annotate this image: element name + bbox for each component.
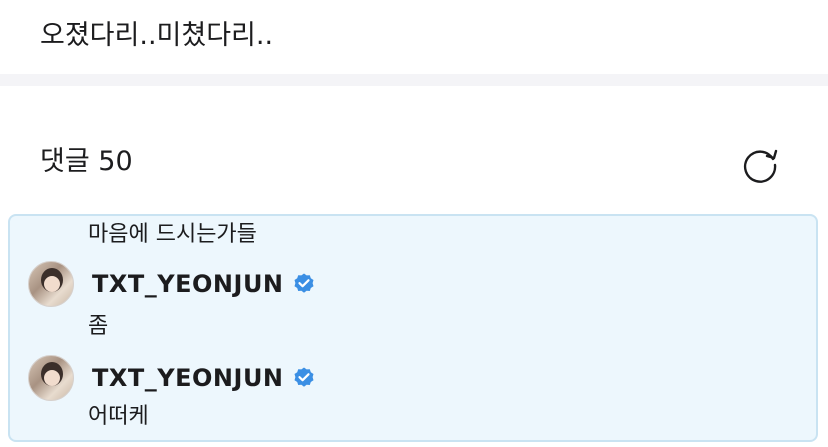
comment-text: 좀 [88,314,109,339]
avatar[interactable] [28,261,74,307]
verified-badge-icon [294,367,314,387]
author-name[interactable]: TXT_YEONJUN [92,364,284,392]
section-divider [0,74,828,86]
comment-author-row[interactable]: TXT_YEONJUN [28,354,316,402]
verified-badge-icon [294,273,314,293]
comment-author-row[interactable]: TXT_YEONJUN [28,260,316,308]
comments-header: 댓글 50 [40,146,133,177]
avatar[interactable] [28,355,74,401]
refresh-icon [743,149,778,183]
author-name[interactable]: TXT_YEONJUN [92,270,284,298]
comment-thread-panel: 마음에 드시는가들 TXT_YEONJUN 좀 TXT_YEONJUN 어떠케 [8,214,818,442]
comment-text: 마음에 드시는가들 [88,222,257,247]
refresh-button[interactable] [738,142,782,184]
post-text: 오졌다리..미쳤다리.. [40,20,274,51]
comment-text: 어떠케 [88,404,149,429]
